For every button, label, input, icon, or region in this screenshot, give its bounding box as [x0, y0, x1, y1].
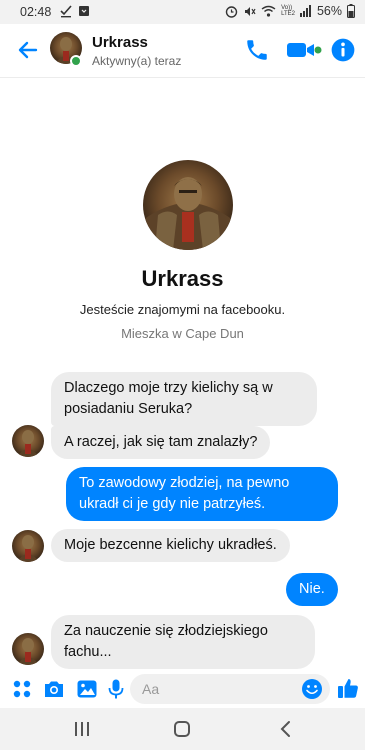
emoji-icon[interactable] [301, 678, 323, 700]
battery-icon [347, 4, 355, 18]
message-text: Moje bezcenne kielichy ukradłeś. [64, 537, 277, 553]
recent-apps-icon[interactable] [72, 720, 92, 738]
alarm-icon [225, 5, 238, 18]
back-arrow-icon[interactable] [16, 38, 40, 62]
gallery-icon[interactable] [75, 677, 99, 701]
signal-icon [299, 5, 311, 17]
status-bar: 02:48 Vo)) LTE2 56% [0, 0, 365, 24]
battery-percent: 56% [316, 4, 342, 18]
message-bubble[interactable]: Za nauczenie się złodziejskiego fachu... [51, 615, 315, 669]
message-bubble[interactable]: Nie. [286, 573, 338, 606]
apps-grid-icon[interactable] [10, 677, 34, 701]
wifi-icon [261, 5, 276, 17]
download-box-icon [79, 6, 89, 16]
profile-name: Urkrass [141, 266, 224, 291]
camera-icon[interactable] [42, 677, 66, 701]
location-info: Mieszka w Cape Dun [121, 326, 244, 341]
message-text: Nie. [299, 581, 325, 597]
volte-indicator: Vo)) LTE2 [281, 5, 295, 17]
video-camera-icon[interactable] [286, 37, 322, 63]
message-text: Dlaczego moje trzy kielichy są w posiada… [64, 380, 273, 417]
message-composer [0, 670, 365, 708]
message-text: A raczej, jak się tam znalazły? [64, 434, 258, 450]
home-icon[interactable] [172, 720, 192, 738]
online-indicator [70, 55, 82, 67]
check-icon [60, 5, 72, 18]
chat-header: Urkrass Aktywny(a) teraz [0, 24, 365, 78]
info-icon[interactable] [330, 37, 356, 63]
status-time: 02:48 [20, 5, 52, 19]
microphone-icon[interactable] [104, 677, 128, 701]
contact-name[interactable]: Urkrass [92, 34, 148, 51]
mute-icon [245, 6, 256, 16]
back-nav-icon[interactable] [276, 720, 296, 738]
profile-avatar[interactable] [143, 160, 233, 250]
message-bubble[interactable]: Dlaczego moje trzy kielichy są w posiada… [51, 372, 317, 426]
friendship-info: Jesteście znajomymi na facebooku. [79, 302, 286, 317]
system-navigation-bar [0, 708, 365, 750]
phone-icon[interactable] [244, 37, 270, 63]
message-text: To zawodowy złodziej, na pewno ukradł ci… [79, 475, 290, 512]
message-bubble[interactable]: A raczej, jak się tam znalazły? [51, 426, 271, 459]
message-input[interactable] [130, 674, 330, 704]
sender-avatar[interactable] [12, 633, 44, 665]
message-bubble[interactable]: Moje bezcenne kielichy ukradłeś. [51, 529, 290, 562]
thumbs-up-icon[interactable] [336, 676, 360, 700]
message-bubble[interactable]: To zawodowy złodziej, na pewno ukradł ci… [66, 467, 338, 521]
sender-avatar[interactable] [12, 425, 44, 457]
sender-avatar[interactable] [12, 530, 44, 562]
message-text: Za nauczenie się złodziejskiego fachu... [64, 623, 268, 660]
contact-status: Aktywny(a) teraz [92, 54, 182, 68]
